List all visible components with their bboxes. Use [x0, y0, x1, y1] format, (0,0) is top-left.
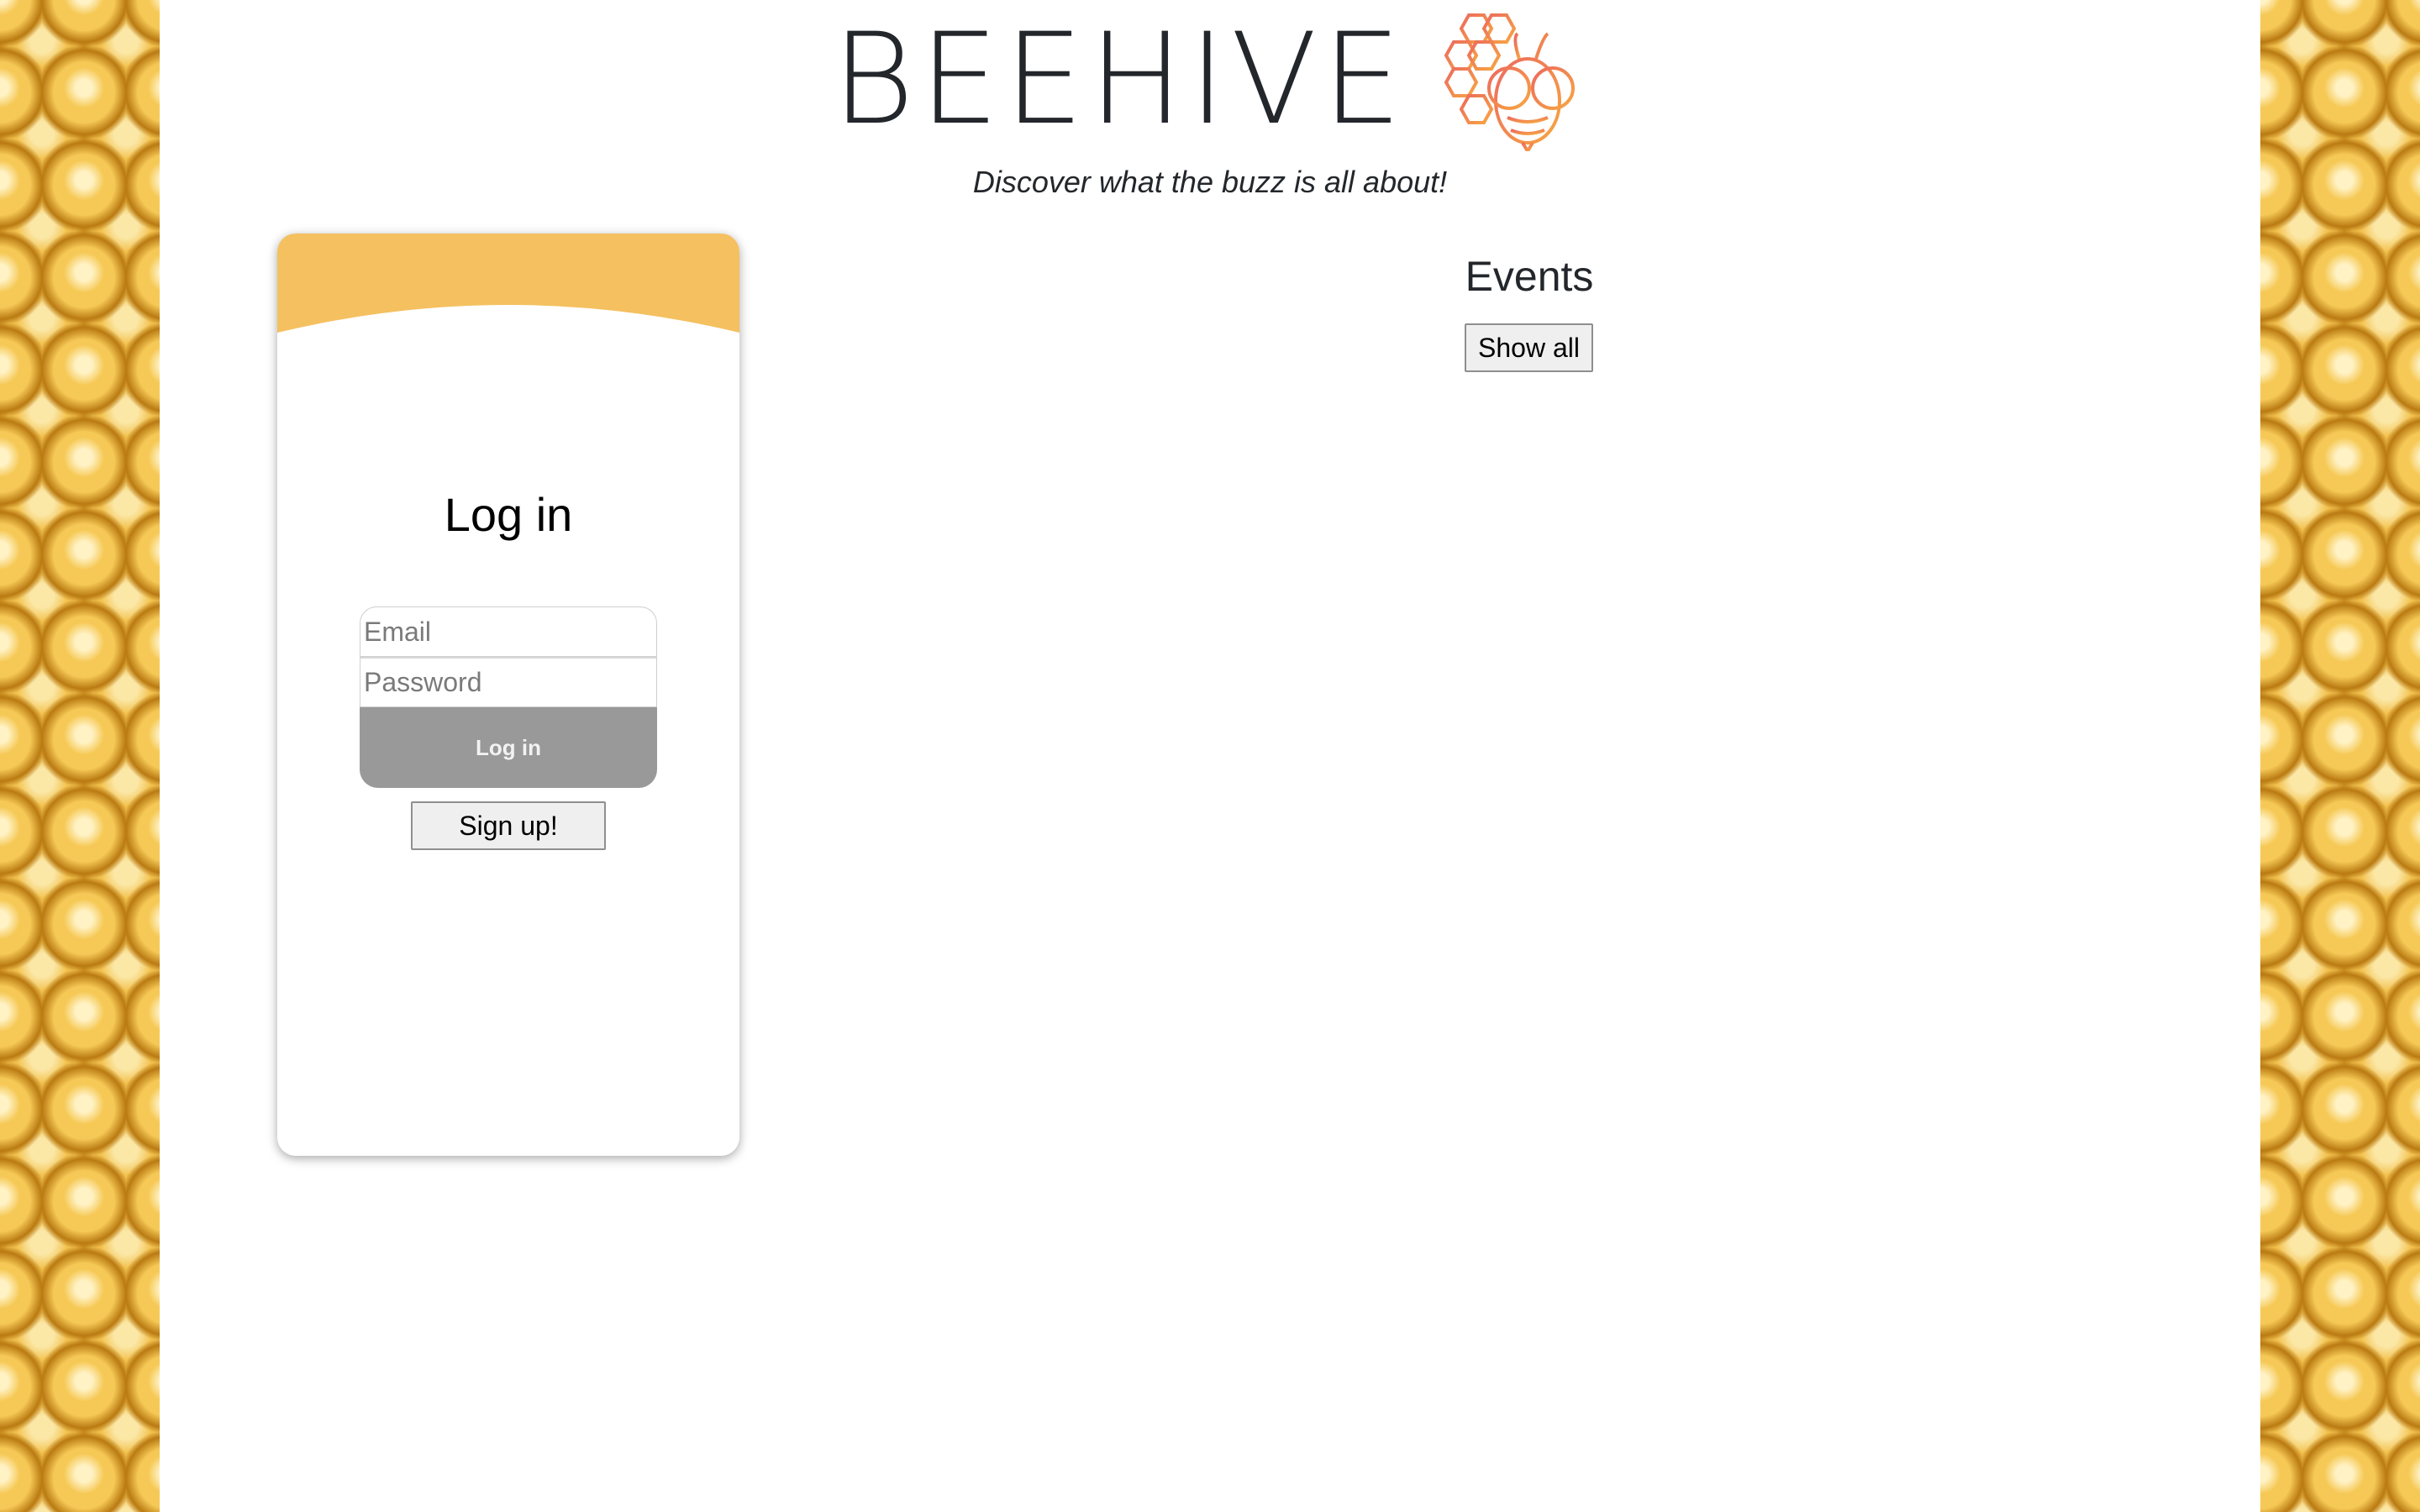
page-header: BEEHIVE Discover what the buzz is all ab… [0, 0, 2420, 210]
signup-button[interactable]: Sign up! [411, 801, 606, 850]
tagline: Discover what the buzz is all about! [972, 165, 1448, 199]
bee-honeycomb-icon [1444, 13, 1576, 151]
login-form: Log in [360, 606, 657, 788]
password-field[interactable] [360, 657, 657, 707]
site-title: BEEHIVE [832, 7, 1407, 153]
events-title: Events [1465, 253, 1594, 300]
honeycomb-background-left [0, 0, 160, 1512]
email-field[interactable] [360, 606, 657, 657]
login-card: Log in Log in Sign up! [277, 234, 739, 1156]
login-title: Log in [444, 488, 573, 541]
show-all-button[interactable]: Show all [1465, 323, 1593, 372]
login-button[interactable]: Log in [360, 707, 657, 788]
card-header-wave [277, 234, 739, 333]
brand: BEEHIVE [832, 8, 1595, 151]
honeycomb-background-right [2260, 0, 2420, 1512]
